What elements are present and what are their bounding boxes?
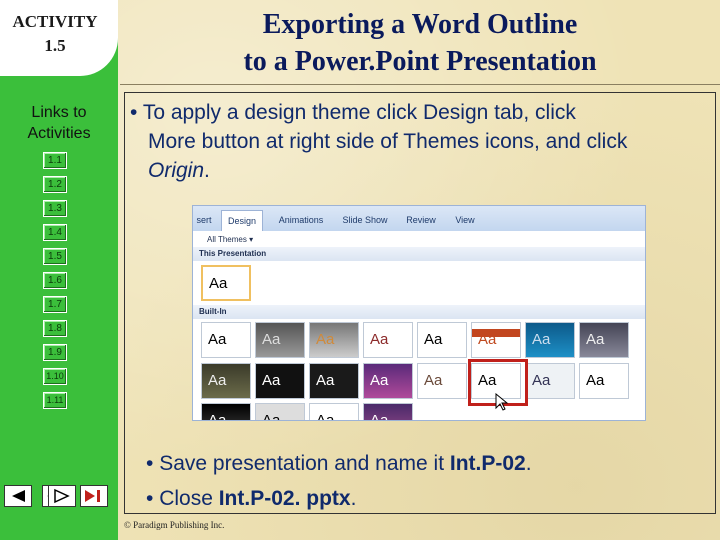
theme-paper[interactable]: Aa [525, 363, 575, 399]
thumb-label: Aa [208, 412, 227, 421]
bullet-1-end: . [204, 159, 210, 182]
thumb-label: Aa [586, 372, 605, 389]
theme-technic[interactable]: Aa [201, 403, 251, 421]
title-divider [120, 84, 720, 85]
bullet-2-filename: Int.P-02 [449, 452, 526, 475]
bullet-dot: • [146, 487, 160, 510]
thumb-label: Aa [424, 331, 443, 348]
theme-verve[interactable]: Aa [363, 403, 413, 421]
link-1-4[interactable]: 1.4 [43, 224, 67, 241]
end-icon [85, 490, 100, 502]
links-title-line-2: Activities [27, 125, 91, 142]
design-themes-screenshot: sert Design Animations Slide Show Review… [192, 205, 646, 421]
themes-gallery: All Themes ▾ This Presentation Aa Built-… [193, 231, 645, 420]
section-built-in: Built-In [193, 305, 645, 319]
link-1-10[interactable]: 1.10 [43, 368, 67, 385]
theme-median[interactable]: Aa [201, 363, 251, 399]
end-show-button[interactable] [80, 485, 108, 507]
theme-apex[interactable]: Aa [255, 322, 305, 358]
tab-insert[interactable]: sert [193, 210, 215, 231]
theme-aspect[interactable]: Aa [309, 322, 359, 358]
theme-civic[interactable]: Aa [363, 322, 413, 358]
theme-opulent[interactable]: Aa [363, 363, 413, 399]
bullet-1-text-a: To apply a design theme click Design tab… [142, 101, 576, 124]
thumb-label: Aa [208, 372, 227, 389]
tab-design[interactable]: Design [221, 210, 263, 232]
theme-equity[interactable]: Aa [471, 322, 521, 358]
link-1-6[interactable]: 1.6 [43, 272, 67, 289]
theme-trek[interactable]: Aa [255, 403, 305, 421]
theme-metro[interactable]: Aa [255, 363, 305, 399]
thumb-label: Aa [262, 412, 281, 421]
activity-label: ACTIVITY 1.5 [2, 10, 108, 58]
bullet-3-end: . [350, 487, 357, 510]
link-1-8[interactable]: 1.8 [43, 320, 67, 337]
thumb-label: Aa [532, 372, 551, 389]
theme-foundry[interactable]: Aa [579, 322, 629, 358]
next-icon [54, 488, 70, 504]
link-1-11[interactable]: 1.11 [43, 392, 67, 409]
theme-module[interactable]: Aa [309, 363, 359, 399]
bullet-2: • Save presentation and name it Int.P-02… [146, 449, 706, 478]
thumb-label: Aa [208, 331, 227, 348]
theme-flow[interactable]: Aa [525, 322, 575, 358]
copyright-footer: © Paradigm Publishing Inc. [124, 520, 225, 530]
thumb-label: Aa [586, 331, 605, 348]
link-1-1[interactable]: 1.1 [43, 152, 67, 169]
sidebar: ACTIVITY 1.5 Links to Activities 1.1 1.2… [0, 0, 118, 540]
theme-urban[interactable]: Aa [309, 403, 359, 421]
bullet-1-origin: Origin [148, 159, 205, 182]
bullet-3: • Close Int.P-02. pptx. [146, 484, 706, 513]
thumb-label: Aa [262, 372, 281, 389]
all-themes-dropdown[interactable]: All Themes ▾ [207, 235, 253, 244]
links-title: Links to Activities [6, 102, 112, 144]
link-1-5[interactable]: 1.5 [43, 248, 67, 265]
bullet-3-text: Close [159, 487, 219, 510]
tab-slide-show[interactable]: Slide Show [337, 210, 393, 231]
section-this-presentation: This Presentation [193, 247, 645, 261]
theme-oriel[interactable]: Aa [417, 363, 467, 399]
title-line-1: Exporting a Word Outline [262, 9, 578, 40]
thumb-label: Aa [316, 331, 335, 348]
page-title: Exporting a Word Outline to a Power.Poin… [125, 6, 715, 80]
bullet-dot: • [146, 452, 160, 475]
thumb-label: Aa [370, 372, 389, 389]
activity-number: 1.5 [44, 36, 66, 55]
activity-line-1: ACTIVITY [12, 12, 98, 31]
tab-review[interactable]: Review [401, 210, 441, 231]
link-1-2[interactable]: 1.2 [43, 176, 67, 193]
thumb-label: Aa [262, 331, 281, 348]
bullet-2-end: . [525, 452, 532, 475]
tab-animations[interactable]: Animations [273, 210, 329, 231]
mouse-cursor-icon [495, 393, 509, 411]
prev-icon [12, 490, 25, 502]
thumb-label: Aa [424, 372, 443, 389]
activity-badge: ACTIVITY 1.5 [0, 0, 118, 76]
bullet-dot: • [130, 101, 143, 124]
tab-view[interactable]: View [449, 210, 481, 231]
prev-slide-button[interactable] [4, 485, 32, 507]
thumb-label: Aa [370, 331, 389, 348]
bullet-2-text: Save presentation and name it [159, 452, 450, 475]
theme-current[interactable]: Aa [201, 265, 251, 301]
thumb-label: Aa [316, 412, 335, 421]
theme-solstice[interactable]: Aa [579, 363, 629, 399]
theme-concourse[interactable]: Aa [417, 322, 467, 358]
thumb-label: Aa [316, 372, 335, 389]
theme-office[interactable]: Aa [201, 322, 251, 358]
link-1-3[interactable]: 1.3 [43, 200, 67, 217]
bullet-3-filename: Int.P-02. pptx [218, 487, 351, 510]
links-title-line-1: Links to [31, 104, 87, 121]
thumb-label: Aa [370, 412, 389, 421]
link-1-9[interactable]: 1.9 [43, 344, 67, 361]
thumb-label: Aa [532, 331, 551, 348]
bullet-1: • To apply a design theme click Design t… [130, 98, 710, 185]
link-1-7[interactable]: 1.7 [43, 296, 67, 313]
thumb-label: Aa [209, 275, 228, 292]
next-slide-button[interactable] [48, 485, 76, 507]
ribbon-tabs: sert Design Animations Slide Show Review… [193, 206, 645, 232]
title-line-2: to a Power.Point Presentation [243, 46, 597, 77]
bullet-1-text-b: More button at right side of Themes icon… [148, 130, 628, 153]
